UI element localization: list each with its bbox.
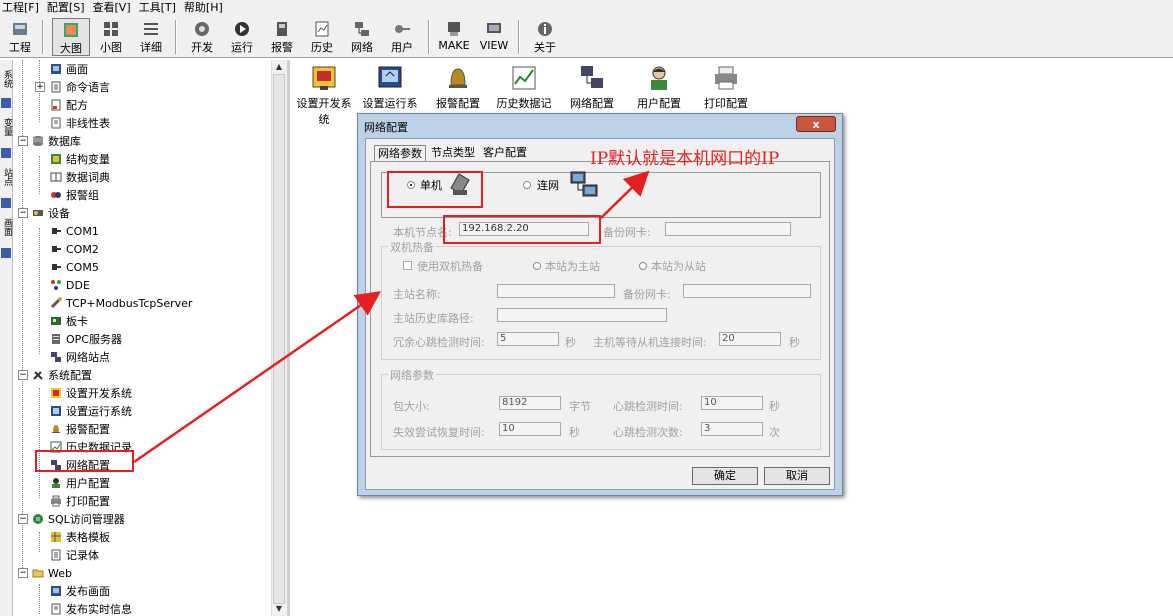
annotation-note: IP默认就是本机网口的IP xyxy=(590,149,780,169)
annotation-arrows xyxy=(133,170,650,464)
arrow-to-dialog xyxy=(133,291,382,464)
arrow-to-note xyxy=(600,170,650,219)
